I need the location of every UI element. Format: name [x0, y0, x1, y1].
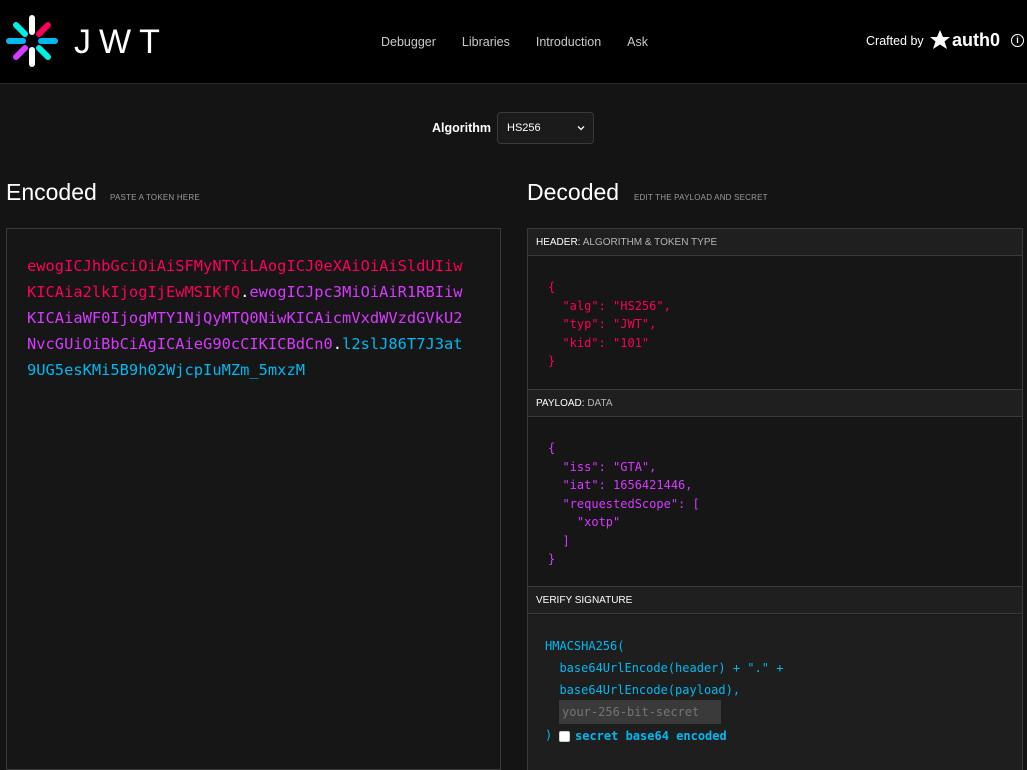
decoded-subtitle: EDIT THE PAYLOAD AND SECRET: [634, 193, 768, 202]
payload-section-sublabel: DATA: [587, 398, 613, 409]
payload-section-bar: PAYLOAD: DATA: [528, 390, 1022, 417]
encoded-title: Encoded: [6, 179, 97, 205]
algorithm-select[interactable]: HS256: [497, 112, 594, 144]
signature-code-text: HMACSHA256( base64UrlEncode(header) + ".…: [545, 639, 784, 697]
signature-closing-paren: ): [545, 728, 553, 742]
secret-base64-label[interactable]: secret base64 encoded: [575, 729, 727, 744]
crafted-by-label: Crafted by: [866, 34, 924, 48]
logo-text: JWT: [74, 23, 168, 61]
header-section-sublabel: ALGORITHM & TOKEN TYPE: [582, 237, 718, 248]
payload-json-text[interactable]: { "iss": "GTA", "iat": 1656421446, "requ…: [548, 439, 700, 569]
secret-base64-checkbox[interactable]: [559, 731, 570, 742]
auth0-logo-icon[interactable]: [930, 29, 950, 51]
nav-debugger[interactable]: Debugger: [381, 34, 436, 50]
main-nav: Debugger Libraries Introduction Ask: [381, 34, 674, 50]
token-dot: .: [240, 283, 250, 301]
auth0-wordmark[interactable]: auth0: [952, 29, 1000, 51]
algorithm-selected-value: HS256: [507, 122, 541, 134]
encoded-token-editor[interactable]: ewogICJhbGciOiAiSFMyNTYiLAogICJ0eXAiOiAi…: [6, 228, 501, 770]
decoded-panel: HEADER: ALGORITHM & TOKEN TYPE { "alg": …: [527, 228, 1023, 770]
nav-libraries[interactable]: Libraries: [462, 34, 510, 50]
nav-ask[interactable]: Ask: [627, 34, 648, 50]
token-dot: .: [332, 335, 343, 353]
nav-introduction[interactable]: Introduction: [536, 34, 601, 50]
payload-section-label: PAYLOAD:: [536, 398, 585, 409]
header-json-text[interactable]: { "alg": "HS256", "typ": "JWT", "kid": "…: [548, 278, 671, 371]
header-json-editor[interactable]: { "alg": "HS256", "typ": "JWT", "kid": "…: [528, 256, 1022, 390]
jwt-logo-icon[interactable]: [6, 15, 58, 67]
algorithm-label: Algorithm: [432, 121, 492, 135]
signature-section-label: VERIFY SIGNATURE: [536, 595, 633, 606]
payload-json-editor[interactable]: { "iss": "GTA", "iat": 1656421446, "requ…: [528, 417, 1022, 587]
encoded-subtitle: PASTE A TOKEN HERE: [110, 193, 200, 202]
signature-section-bar: VERIFY SIGNATURE: [528, 587, 1022, 614]
header-section-bar: HEADER: ALGORITHM & TOKEN TYPE: [528, 229, 1022, 256]
header-section-label: HEADER:: [536, 237, 581, 248]
info-icon[interactable]: i: [1011, 34, 1024, 47]
verify-signature-box: HMACSHA256( base64UrlEncode(header) + ".…: [528, 615, 1022, 770]
encoded-token-text[interactable]: ewogICJhbGciOiAiSFMyNTYiLAogICJ0eXAiOiAi…: [27, 253, 467, 383]
secret-input[interactable]: [559, 700, 721, 724]
decoded-title: Decoded: [527, 179, 620, 205]
top-nav-bar: JWT Debugger Libraries Introduction Ask …: [0, 0, 1027, 84]
chevron-down-icon: [577, 126, 585, 131]
